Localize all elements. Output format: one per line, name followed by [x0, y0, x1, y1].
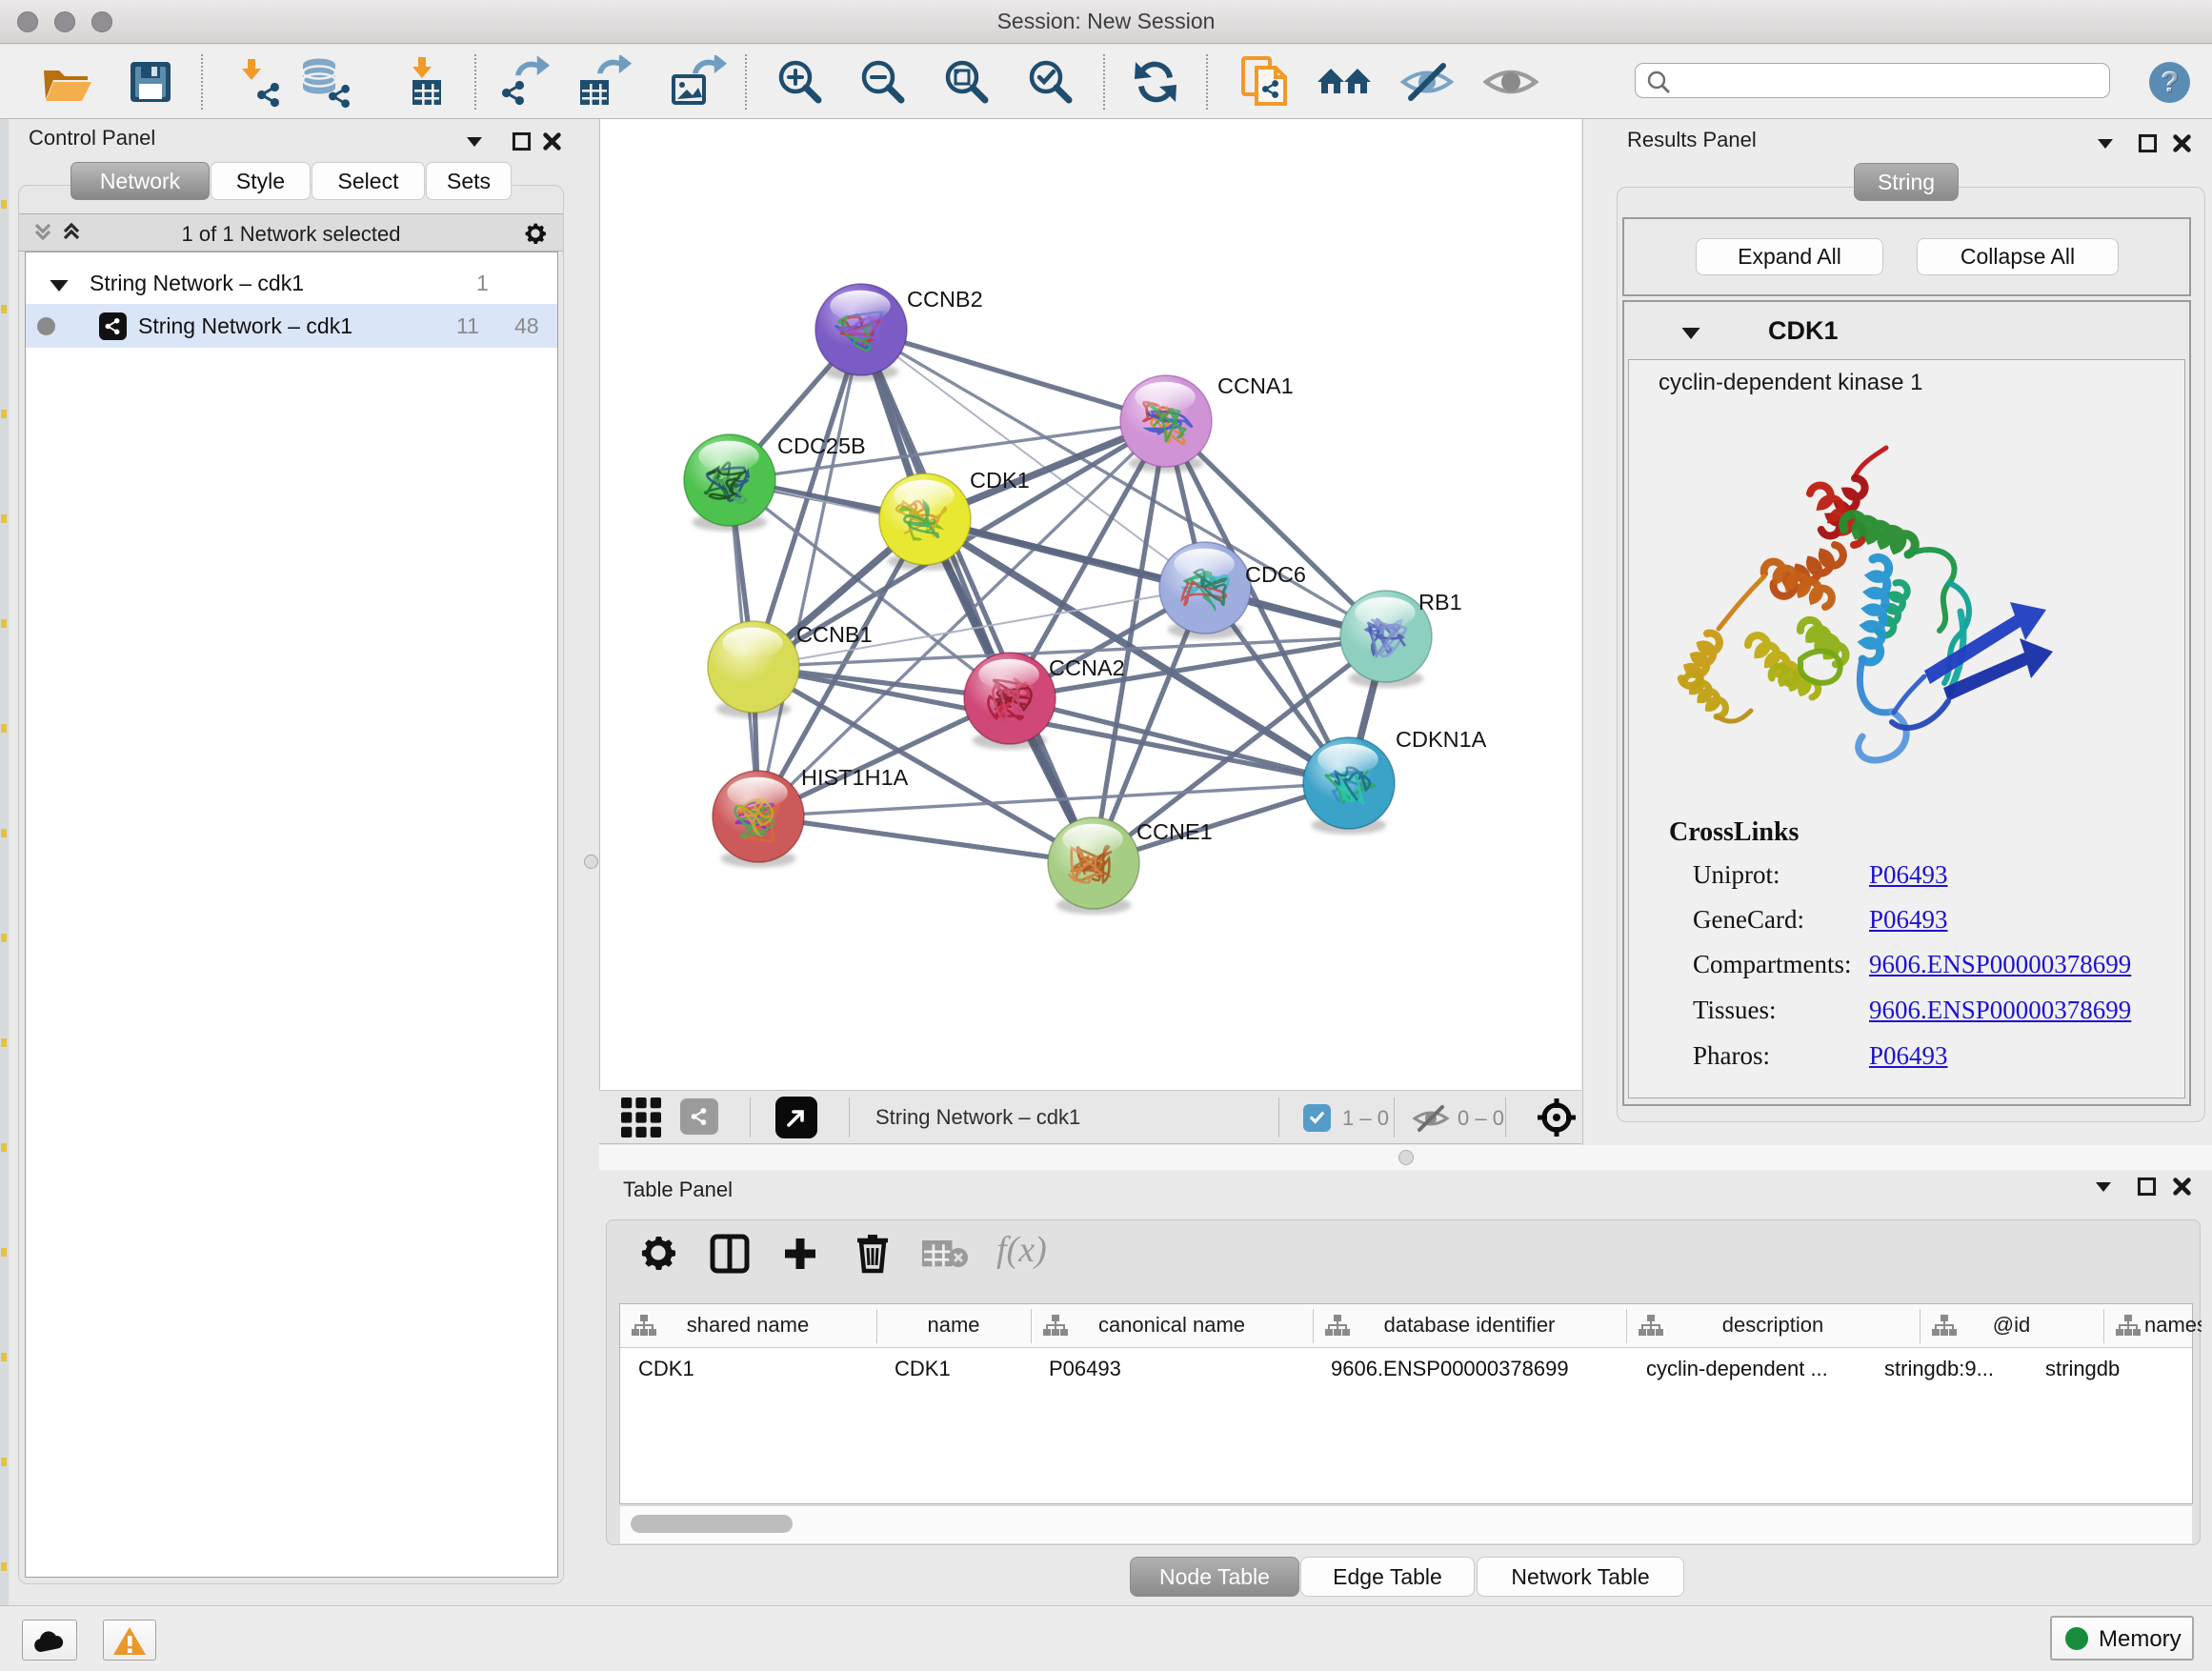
svg-text:CCNB2: CCNB2: [907, 287, 983, 312]
svg-text:CCNE1: CCNE1: [1136, 819, 1213, 844]
svg-text:CCNB1: CCNB1: [796, 622, 873, 647]
svg-text:RB1: RB1: [1418, 590, 1462, 614]
svg-text:CDC25B: CDC25B: [777, 433, 866, 458]
svg-text:CDKN1A: CDKN1A: [1396, 727, 1487, 752]
svg-text:CDC6: CDC6: [1245, 562, 1306, 587]
svg-text:CDK1: CDK1: [970, 468, 1030, 493]
svg-text:CCNA1: CCNA1: [1217, 373, 1294, 398]
svg-text:HIST1H1A: HIST1H1A: [801, 765, 909, 790]
svg-text:CCNA2: CCNA2: [1049, 655, 1125, 680]
